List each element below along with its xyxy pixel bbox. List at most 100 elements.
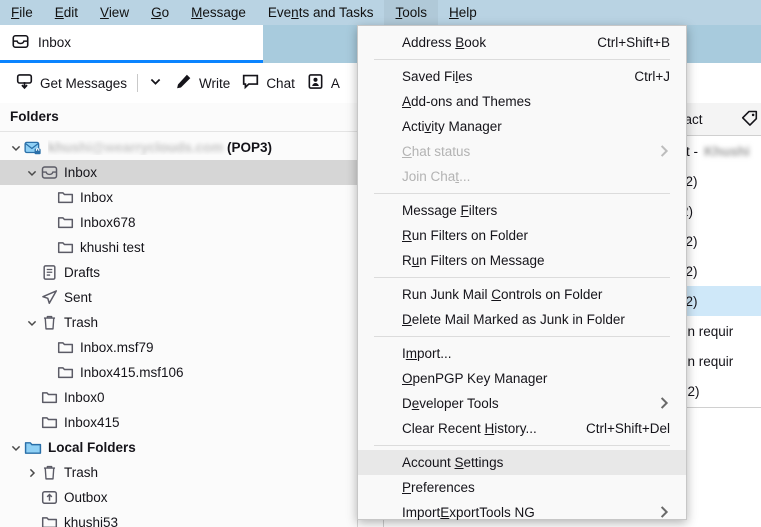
- menu-item-label: Saved Files: [402, 69, 473, 84]
- menu-separator: [374, 445, 670, 446]
- menu-item-label: Join Chat...: [402, 169, 470, 184]
- folder-label: Inbox: [64, 165, 97, 180]
- address-book-icon: [307, 73, 324, 93]
- menu-item-add-ons-and-themes[interactable]: Add-ons and Themes: [358, 89, 686, 114]
- menu-item-clear-recent-history[interactable]: Clear Recent History... Ctrl+Shift+Del: [358, 416, 686, 441]
- menu-item-saved-files[interactable]: Saved Files Ctrl+J: [358, 64, 686, 89]
- menu-item-chat-status[interactable]: Chat status: [358, 139, 686, 164]
- folder-tree: khushi@wearryclouds.com (POP3) Inbox Inb…: [0, 132, 357, 527]
- chevron-down-icon[interactable]: [8, 140, 24, 156]
- menu-item-run-junk-mail-controls[interactable]: Run Junk Mail Controls on Folder: [358, 282, 686, 307]
- sent-icon: [40, 289, 58, 307]
- folder-label: Sent: [64, 290, 92, 305]
- chat-label: Chat: [266, 76, 295, 91]
- menu-events-and-tasks[interactable]: Events and Tasks: [257, 0, 385, 25]
- menu-item-importexporttools-ng[interactable]: ImportExportTools NG: [358, 500, 686, 525]
- inbox-icon: [40, 164, 58, 182]
- pencil-icon: [175, 73, 192, 93]
- local-folders-icon: [24, 439, 42, 457]
- menu-item-address-book[interactable]: Address Book Ctrl+Shift+B: [358, 30, 686, 55]
- menu-item-label: Import...: [402, 346, 452, 361]
- folder-row-local-folders[interactable]: Local Folders: [0, 435, 357, 460]
- chat-button[interactable]: Chat: [236, 69, 301, 97]
- folder-label: Inbox678: [80, 215, 136, 230]
- tab-inbox[interactable]: Inbox: [0, 25, 263, 63]
- menu-item-shortcut: Ctrl+Shift+B: [597, 35, 670, 50]
- trash-icon: [40, 464, 58, 482]
- menu-item-label: OpenPGP Key Manager: [402, 371, 547, 386]
- tools-menu-popup: Address Book Ctrl+Shift+B Saved Files Ct…: [357, 25, 687, 520]
- account-mail-icon: [24, 139, 42, 157]
- get-messages-dropdown[interactable]: [142, 69, 169, 97]
- folder-label: Drafts: [64, 265, 100, 280]
- menu-item-import[interactable]: Import...: [358, 341, 686, 366]
- address-book-button[interactable]: A: [301, 69, 346, 97]
- get-messages-button[interactable]: Get Messages: [10, 69, 133, 97]
- folder-label: khushi53: [64, 515, 118, 527]
- folder-label: Trash: [64, 315, 98, 330]
- folder-row-inbox678[interactable]: Inbox678: [0, 210, 357, 235]
- folder-row-account[interactable]: khushi@wearryclouds.com (POP3): [0, 135, 357, 160]
- folder-row-inbox-sub[interactable]: Inbox: [0, 185, 357, 210]
- get-messages-label: Get Messages: [40, 76, 127, 91]
- folder-row-local-trash[interactable]: Trash: [0, 460, 357, 485]
- drafts-icon: [40, 264, 58, 282]
- menu-item-developer-tools[interactable]: Developer Tools: [358, 391, 686, 416]
- menu-go[interactable]: Go: [140, 0, 180, 25]
- menu-help[interactable]: Help: [438, 0, 488, 25]
- chevron-down-icon[interactable]: [8, 440, 24, 456]
- folder-icon: [40, 414, 58, 432]
- chevron-right-icon[interactable]: [24, 465, 40, 481]
- menu-item-activity-manager[interactable]: Activity Manager: [358, 114, 686, 139]
- chevron-right-icon: [656, 395, 672, 414]
- folder-pane-header: Folders: [0, 103, 357, 132]
- folder-icon: [56, 214, 74, 232]
- folder-icon: [56, 339, 74, 357]
- chat-bubble-icon: [242, 73, 259, 93]
- folder-icon: [56, 239, 74, 257]
- menu-item-label: Run Filters on Message: [402, 253, 545, 268]
- folder-row-outbox[interactable]: Outbox: [0, 485, 357, 510]
- menu-message[interactable]: Message: [180, 0, 257, 25]
- write-button[interactable]: Write: [169, 69, 236, 97]
- menu-separator: [374, 193, 670, 194]
- menu-item-run-filters-on-message[interactable]: Run Filters on Message: [358, 248, 686, 273]
- menu-item-preferences[interactable]: Preferences: [358, 475, 686, 500]
- folder-row-drafts[interactable]: Drafts: [0, 260, 357, 285]
- menu-item-run-filters-on-folder[interactable]: Run Filters on Folder: [358, 223, 686, 248]
- message-sender-redacted: Khushi: [704, 144, 750, 159]
- folder-row-inbox-msf79[interactable]: Inbox.msf79: [0, 335, 357, 360]
- folder-row-khushi-test[interactable]: khushi test: [0, 235, 357, 260]
- folder-row-inbox[interactable]: Inbox: [0, 160, 357, 185]
- write-label: Write: [199, 76, 230, 91]
- chevron-right-icon: [656, 504, 672, 523]
- folder-row-inbox415-msf106[interactable]: Inbox415.msf106: [0, 360, 357, 385]
- menu-item-message-filters[interactable]: Message Filters: [358, 198, 686, 223]
- menu-view[interactable]: View: [89, 0, 140, 25]
- menu-item-label: Preferences: [402, 480, 475, 495]
- folder-row-inbox415[interactable]: Inbox415: [0, 410, 357, 435]
- menu-item-join-chat[interactable]: Join Chat...: [358, 164, 686, 189]
- inbox-icon: [12, 33, 29, 53]
- trash-icon: [40, 314, 58, 332]
- menu-item-delete-mail-marked-as-junk[interactable]: Delete Mail Marked as Junk in Folder: [358, 307, 686, 332]
- tag-icon[interactable]: [741, 110, 758, 130]
- folder-icon: [40, 389, 58, 407]
- chevron-down-icon[interactable]: [24, 165, 40, 181]
- folder-row-trash[interactable]: Trash: [0, 310, 357, 335]
- menu-item-label: Run Filters on Folder: [402, 228, 528, 243]
- menu-item-account-settings[interactable]: Account Settings: [358, 450, 686, 475]
- menu-item-openpgp-key-manager[interactable]: OpenPGP Key Manager: [358, 366, 686, 391]
- menu-item-label: Message Filters: [402, 203, 497, 218]
- folder-row-khushi53[interactable]: khushi53: [0, 510, 357, 527]
- folder-label: Inbox: [80, 190, 113, 205]
- chevron-down-icon[interactable]: [24, 315, 40, 331]
- menu-edit[interactable]: Edit: [44, 0, 89, 25]
- menu-tools[interactable]: Tools: [384, 0, 438, 25]
- menu-item-label: Chat status: [402, 144, 470, 159]
- folder-row-sent[interactable]: Sent: [0, 285, 357, 310]
- folder-icon: [56, 364, 74, 382]
- folder-row-inbox0[interactable]: Inbox0: [0, 385, 357, 410]
- folder-label: Outbox: [64, 490, 108, 505]
- menu-file[interactable]: File: [0, 0, 44, 25]
